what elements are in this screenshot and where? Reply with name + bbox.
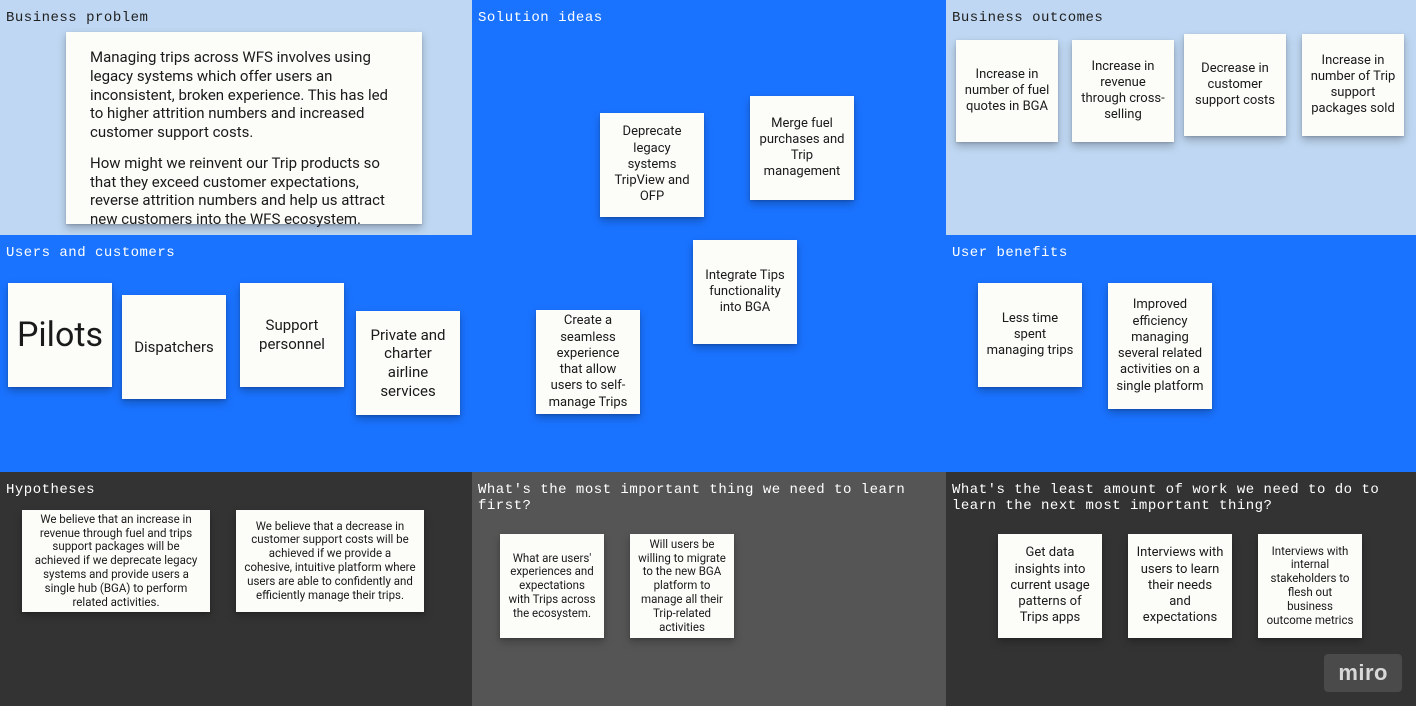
note-text: Increase in revenue through cross-sellin… [1080,59,1166,124]
sticky-note[interactable]: Pilots [8,283,112,387]
note-text: How might we reinvent our Trip products … [90,154,398,229]
note-text: Increase in number of fuel quotes in BGA [964,67,1050,116]
sticky-note[interactable]: Support personnel [240,283,344,387]
section-label: Business problem [6,10,466,26]
note-text: What are users' experiences and expectat… [508,552,596,621]
sticky-note[interactable]: Get data insights into current usage pat… [998,534,1102,638]
sticky-note[interactable]: Will users be willing to migrate to the … [630,534,734,638]
section-least-work: What's the least amount of work we need … [946,472,1416,706]
sticky-note[interactable]: Private and charter airline services [356,311,460,415]
note-text: Increase in number of Trip support packa… [1310,53,1396,118]
sticky-note[interactable]: Increase in number of Trip support packa… [1302,34,1404,136]
sticky-note[interactable]: Increase in number of fuel quotes in BGA [956,40,1058,142]
note-text: Integrate Tips functionality into BGA [701,268,789,317]
sticky-note[interactable]: We believe that an increase in revenue t… [22,510,210,612]
note-text: Pilots [17,314,103,357]
section-label: Users and customers [6,245,466,261]
sticky-note[interactable]: Less time spent managing trips [978,283,1082,387]
sticky-note[interactable]: What are users' experiences and expectat… [500,534,604,638]
sticky-note[interactable]: Integrate Tips functionality into BGA [693,240,797,344]
sticky-note[interactable]: Increase in revenue through cross-sellin… [1072,40,1174,142]
note-text: Private and charter airline services [364,326,452,401]
note-text: Less time spent managing trips [986,311,1074,360]
note-text: Deprecate legacy systems TripView and OF… [608,124,696,205]
sticky-note[interactable]: Merge fuel purchases and Trip management [750,96,854,200]
section-label: Solution ideas [478,10,940,26]
section-learn-first: What's the most important thing we need … [472,472,946,706]
section-label: What's the least amount of work we need … [952,482,1410,514]
section-users-customers: Users and customers Pilots Dispatchers S… [0,235,472,472]
sticky-note[interactable]: Create a seamless experience that allow … [536,310,640,414]
note-text: Interviews with users to learn their nee… [1136,545,1224,626]
miro-logo: miro [1324,654,1402,692]
note-text: Dispatchers [134,338,214,357]
section-user-benefits: User benefits Less time spent managing t… [946,235,1416,472]
section-business-problem: Business problem Managing trips across W… [0,0,472,235]
section-label: Business outcomes [952,10,1410,26]
note-text: Decrease in customer support costs [1192,61,1278,110]
sticky-note[interactable]: Interviews with users to learn their nee… [1128,534,1232,638]
sticky-note[interactable]: Decrease in customer support costs [1184,34,1286,136]
section-business-outcomes: Business outcomes Increase in number of … [946,0,1416,235]
section-label: What's the most important thing we need … [478,482,940,514]
sticky-note[interactable]: Improved efficiency managing several rel… [1108,283,1212,409]
note-text: Create a seamless experience that allow … [544,313,632,411]
sticky-note[interactable]: Managing trips across WFS involves using… [66,32,422,224]
sticky-note[interactable]: Interviews with internal stakeholders to… [1258,534,1362,638]
section-hypotheses: Hypotheses We believe that an increase i… [0,472,472,706]
sticky-note[interactable]: Deprecate legacy systems TripView and OF… [600,113,704,217]
note-text: We believe that an increase in revenue t… [30,513,202,610]
sticky-note[interactable]: We believe that a decrease in customer s… [236,510,424,612]
sticky-note[interactable]: Dispatchers [122,295,226,399]
section-label: User benefits [952,245,1410,261]
note-text: Will users be willing to migrate to the … [638,538,726,635]
section-label: Hypotheses [6,482,466,498]
note-text: Interviews with internal stakeholders to… [1266,545,1354,628]
note-text: We believe that a decrease in customer s… [244,520,416,603]
section-solution-ideas: Solution ideas Deprecate legacy systems … [472,0,946,472]
note-text: Merge fuel purchases and Trip management [758,116,846,181]
note-text: Improved efficiency managing several rel… [1116,297,1204,395]
note-text: Managing trips across WFS involves using… [90,48,398,142]
note-text: Support personnel [248,316,336,354]
note-text: Get data insights into current usage pat… [1006,545,1094,626]
lean-canvas-board[interactable]: Business problem Managing trips across W… [0,0,1416,706]
